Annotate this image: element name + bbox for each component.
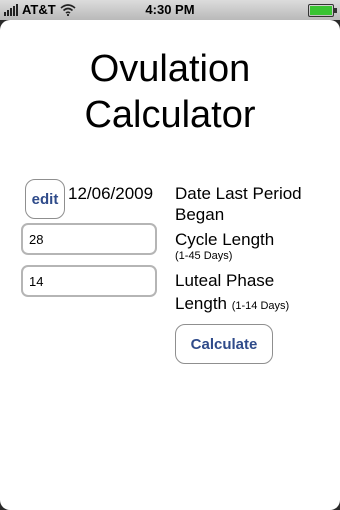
battery-level [310,6,332,15]
luteal-phase-label-line-2: Length [175,294,227,313]
cycle-length-hint: (1-45 Days) [175,250,233,262]
luteal-phase-hint: (1-14 Days) [231,300,290,312]
last-period-date-value: 12/06/2009 [68,184,154,203]
title-line-1: Ovulation [89,48,251,90]
last-period-label-line-2: Began [175,205,225,224]
cycle-length-label-text: Cycle Length [175,230,275,249]
luteal-phase-label: Luteal Phase Length (1-14 Days) [175,270,289,317]
title-line-2: Calculator [84,94,256,136]
edit-date-button[interactable]: edit [25,179,65,219]
page-title: Ovulation Calculator [0,46,340,138]
status-time: 4:30 PM [145,2,195,17]
battery-icon [308,4,337,17]
last-period-label-line-1: Date Last Period [175,184,302,203]
app-screen: Ovulation Calculator edit 12/06/2009 Dat… [0,20,340,510]
cycle-length-field[interactable]: 28 [21,223,157,255]
luteal-phase-field[interactable]: 14 [21,265,157,297]
status-bar: AT&T 4:30 PM [0,0,340,20]
last-period-label: Date Last Period Began [175,183,302,225]
luteal-phase-label-line-1: Luteal Phase [175,271,275,290]
cycle-length-label: Cycle Length (1-45 Days) [175,229,274,263]
calculate-button[interactable]: Calculate [175,324,273,364]
